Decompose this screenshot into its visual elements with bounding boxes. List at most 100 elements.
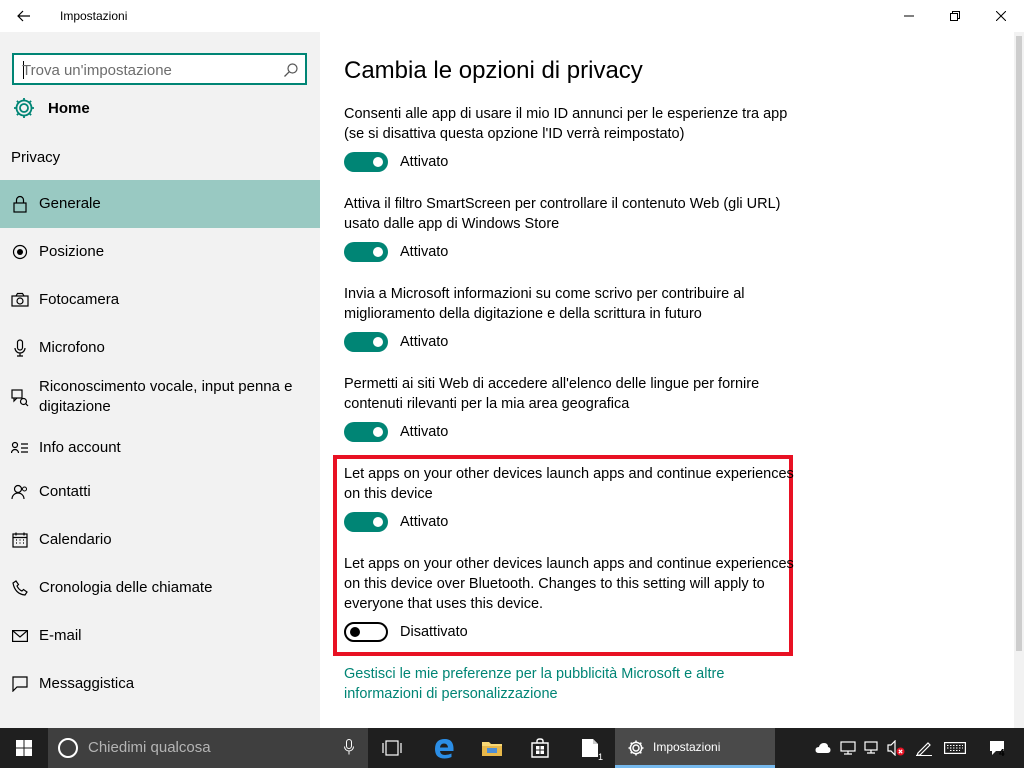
document-app-button[interactable]: 1 [566, 728, 614, 768]
search-icon[interactable] [283, 62, 299, 78]
setting-description: Let apps on your other devices launch ap… [344, 466, 794, 502]
sidebar-item-riconoscimento-vocale[interactable]: Riconoscimento vocale, input penna e dig… [0, 372, 320, 428]
store-icon [531, 738, 549, 758]
smartscreen-toggle[interactable] [344, 242, 388, 262]
setting-description: Let apps on your other devices launch ap… [344, 556, 794, 612]
pen-icon [916, 742, 932, 756]
onedrive-tray-button[interactable] [810, 728, 836, 768]
action-center-button[interactable]: 4 [982, 728, 1012, 768]
calendar-icon [11, 531, 29, 549]
edge-button[interactable] [420, 728, 468, 768]
main-content: Cambia le opzioni di privacy Consenti al… [320, 32, 1014, 728]
toggle-state-label: Disattivato [400, 624, 468, 640]
account-info-icon [11, 439, 29, 457]
sidebar-item-e-mail[interactable]: E-mail [0, 612, 320, 660]
page-title: Cambia le opzioni di privacy [344, 57, 643, 84]
store-button[interactable] [516, 728, 564, 768]
setting-smartscreen: Attiva il filtro SmartScreen per control… [344, 194, 794, 262]
pen-workspace-button[interactable] [910, 728, 938, 768]
advertising-id-toggle[interactable] [344, 152, 388, 172]
network-tray-button[interactable] [836, 728, 860, 768]
title-bar: Impostazioni [0, 0, 1024, 32]
camera-icon [11, 291, 29, 309]
task-view-button[interactable] [368, 728, 416, 768]
minimize-button[interactable] [886, 0, 932, 32]
toggle-knob [373, 427, 383, 437]
search-input[interactable] [22, 60, 282, 80]
sidebar-item-label: Messaggistica [39, 675, 135, 692]
start-button[interactable] [0, 728, 48, 768]
folder-icon [482, 742, 502, 756]
toggle-knob [373, 157, 383, 167]
home-link[interactable]: Home [12, 96, 90, 120]
toggle-state-label: Attivato [400, 334, 449, 350]
scrollbar-thumb[interactable] [1016, 36, 1022, 651]
restore-icon [950, 11, 960, 21]
display-icon [864, 741, 878, 754]
setting-description: Consenti alle app di usare il mio ID ann… [344, 106, 788, 142]
gear-icon [14, 98, 34, 118]
sidebar-item-contatti[interactable]: Contatti [0, 468, 320, 516]
sidebar-item-label: Generale [39, 195, 101, 212]
setting-typing-info: Invia a Microsoft informazioni su come s… [344, 284, 794, 352]
other-devices-toggle[interactable] [344, 512, 388, 532]
sidebar-item-fotocamera[interactable]: Fotocamera [0, 276, 320, 324]
toggle-state-label: Attivato [400, 514, 449, 530]
explorer-badge: 1 [598, 752, 604, 762]
close-button[interactable] [978, 0, 1024, 32]
setting-advertising-id: Consenti alle app di usare il mio ID ann… [344, 104, 794, 172]
setting-other-devices: Let apps on your other devices launch ap… [344, 464, 794, 532]
toggle-row: Attivato [344, 152, 448, 172]
sidebar-item-microfono[interactable]: Microfono [0, 324, 320, 372]
microphone-icon[interactable] [344, 739, 354, 755]
minimize-icon [904, 15, 914, 17]
microphone-icon [11, 339, 29, 357]
restore-button[interactable] [932, 0, 978, 32]
typing-info-toggle[interactable] [344, 332, 388, 352]
toggle-state-label: Attivato [400, 154, 449, 170]
setting-description: Attiva il filtro SmartScreen per control… [344, 196, 781, 232]
display-tray-button[interactable] [860, 728, 884, 768]
call-history-icon [11, 579, 29, 597]
touch-keyboard-button[interactable] [938, 728, 972, 768]
close-icon [996, 11, 1006, 21]
cloud-icon [815, 743, 831, 753]
file-explorer-button[interactable] [468, 728, 516, 768]
sidebar-item-label: Cronologia delle chiamate [39, 579, 213, 596]
bluetooth-devices-toggle[interactable] [344, 622, 388, 642]
language-list-toggle[interactable] [344, 422, 388, 442]
toggle-row: Attivato [344, 242, 448, 262]
search-box[interactable] [12, 53, 307, 85]
cortana-placeholder: Chiedimi qualcosa [88, 739, 211, 756]
manage-ads-preferences-link[interactable]: Gestisci le mie preferenze per la pubbli… [344, 664, 764, 704]
sidebar-item-posizione[interactable]: Posizione [0, 228, 320, 276]
settings-taskbar-button[interactable]: Impostazioni [615, 728, 775, 768]
sidebar-item-label: Calendario [39, 531, 112, 548]
toggle-row: Disattivato [344, 622, 468, 642]
email-icon [11, 627, 29, 645]
sidebar-item-generale[interactable]: Generale [0, 180, 320, 228]
back-button[interactable] [6, 0, 42, 32]
arrow-left-icon [17, 10, 30, 22]
cortana-search-box[interactable]: Chiedimi qualcosa [48, 728, 368, 768]
sidebar-item-label: Riconoscimento vocale, input penna e dig… [39, 378, 293, 415]
sidebar-item-info-account[interactable]: Info account [0, 428, 320, 468]
toggle-knob [373, 247, 383, 257]
volume-tray-button[interactable] [884, 728, 908, 768]
sidebar-item-messaggistica[interactable]: Messaggistica [0, 660, 320, 708]
location-icon [11, 243, 29, 261]
sidebar-item-cronologia-chiamate[interactable]: Cronologia delle chiamate [0, 564, 320, 612]
section-title: Privacy [11, 149, 61, 166]
sidebar-item-label: Microfono [39, 339, 105, 356]
toggle-row: Attivato [344, 422, 448, 442]
taskbar: Chiedimi qualcosa 1 Impostazioni 4 [0, 728, 1024, 768]
sidebar-item-calendario[interactable]: Calendario [0, 516, 320, 564]
settings-taskbar-label: Impostazioni [653, 740, 721, 754]
setting-language-list: Permetti ai siti Web di accedere all'ele… [344, 374, 794, 442]
window-title: Impostazioni [60, 9, 128, 23]
toggle-row: Attivato [344, 512, 448, 532]
toggle-knob [350, 627, 360, 637]
speech-icon [11, 389, 29, 407]
setting-description: Invia a Microsoft informazioni su come s… [344, 286, 745, 322]
volume-muted-icon [887, 740, 905, 756]
